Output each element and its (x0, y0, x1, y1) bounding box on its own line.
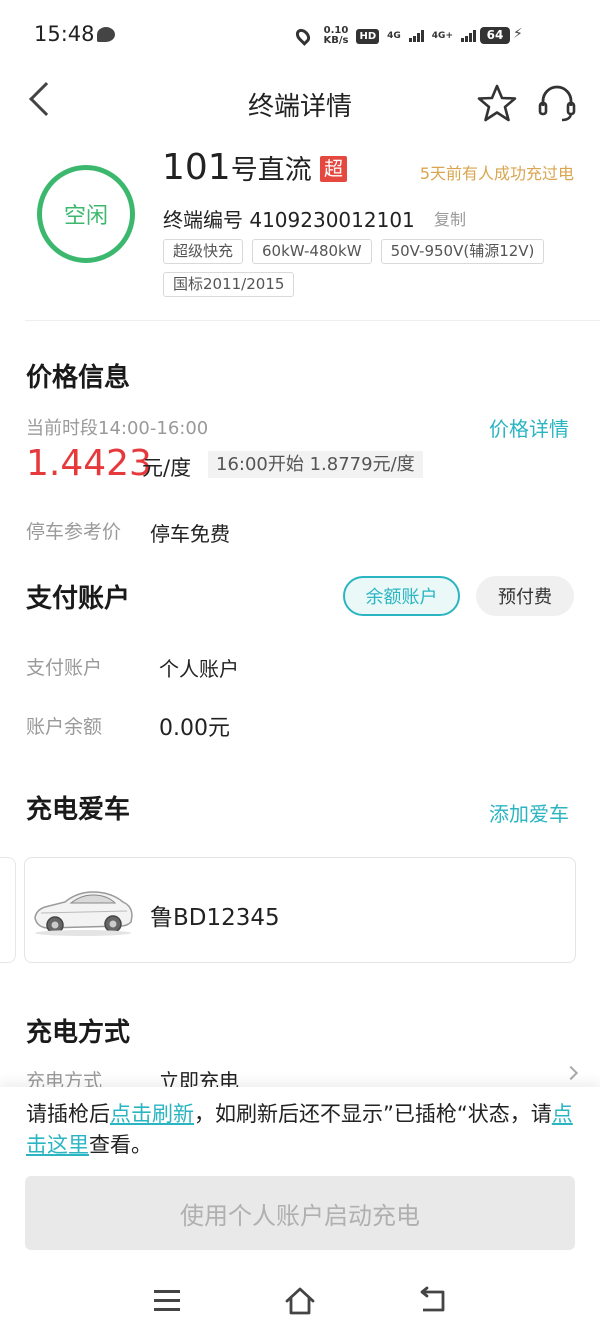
last-charge-note: 5天前有人成功充过电 (419, 164, 574, 183)
idle-status-ring: 空闲 (37, 165, 135, 263)
divider (25, 320, 600, 321)
balance-account-button[interactable]: 余额账户 (343, 576, 460, 616)
app-header: 终端详情 (0, 70, 600, 136)
customer-service-icon[interactable] (536, 82, 578, 124)
start-charging-button[interactable]: 使用个人账户启动充电 (25, 1176, 575, 1250)
prepaid-label: 预付费 (498, 587, 552, 608)
charge-method-label: 充电方式 (26, 1070, 103, 1087)
payment-section-title: 支付账户 (26, 584, 131, 614)
terminal-type: 号直流 (230, 155, 312, 186)
terminal-number: 101 (162, 147, 231, 188)
signal-1-icon (408, 30, 424, 42)
notice-text-3: 查看。 (89, 1133, 152, 1157)
balance-account-label: 余额账户 (365, 587, 438, 608)
signal-1-label: 4G (387, 30, 401, 41)
add-car-link[interactable]: 添加爱车 (489, 798, 569, 827)
bottom-panel: 请插枪后点击刷新，如刷新后还不显示”已插枪“状态，请点击这里查看。 使用个人账户… (0, 1087, 600, 1337)
hd-icon: HD (356, 28, 380, 44)
network-speed-unit: KB/s (323, 35, 349, 46)
super-charge-badge: 超 (320, 156, 347, 182)
system-nav-bar (0, 1270, 600, 1337)
plug-in-notice: 请插枪后点击刷新，如刷新后还不显示”已插枪“状态，请点击这里查看。 (26, 1099, 586, 1161)
current-period: 当前时段14:00-16:00 (26, 418, 209, 439)
charge-method-value: 立即充电 (159, 1069, 239, 1087)
message-icon (97, 27, 115, 42)
terminal-tags: 超级快充 60kW-480kW 50V-950V(辅源12V) 国标2011/2… (163, 239, 583, 297)
parking-label: 停车参考价 (26, 521, 122, 543)
prepaid-button[interactable]: 预付费 (476, 576, 574, 616)
terminal-serial: 终端编号 4109230012101 (163, 208, 415, 232)
favorite-star-icon[interactable] (476, 82, 518, 124)
terminal-name: 101号直流 (162, 147, 312, 188)
chevron-right-icon (563, 1065, 579, 1081)
return-icon[interactable] (418, 1286, 448, 1316)
price-unit: 元/度 (142, 456, 192, 480)
network-speed: 0.10 KB/s (323, 26, 348, 46)
charge-method-row[interactable]: 充电方式 立即充电 (0, 1060, 600, 1087)
car-section-title: 充电爱车 (26, 795, 131, 825)
tag-charge-speed: 超级快充 (163, 239, 244, 264)
price-detail-link[interactable]: 价格详情 (489, 413, 569, 442)
balance-label: 账户余额 (26, 716, 103, 738)
menu-icon[interactable] (154, 1290, 180, 1312)
status-bar: 15:48 0.10 KB/s HD 4G 4G+ 64 ⚡ (0, 0, 600, 70)
car-plate: 鲁BD12345 (150, 905, 280, 931)
tag-standard: 国标2011/2015 (163, 272, 295, 297)
parking-value: 停车免费 (150, 522, 230, 546)
balance-value: 0.00元 (159, 716, 230, 741)
notice-text-1: 请插枪后 (26, 1102, 110, 1126)
status-time: 15:48 (34, 22, 95, 46)
notice-text-2: ，如刷新后还不显示”已插枪“状态，请 (194, 1102, 552, 1126)
car-icon (34, 891, 133, 936)
charging-bolt-icon: ⚡ (513, 26, 523, 42)
price-section-title: 价格信息 (26, 363, 131, 393)
signal-2-label: 4G+ (431, 30, 453, 41)
previous-car-card-edge[interactable] (0, 857, 16, 963)
charge-method-section-title: 充电方式 (26, 1018, 131, 1048)
idle-status-label: 空闲 (63, 204, 108, 229)
current-price: 1.4423 (26, 443, 152, 484)
battery-icon: 64 (480, 27, 510, 44)
account-label: 支付账户 (26, 657, 103, 679)
location-icon (293, 26, 314, 46)
signal-2-icon (461, 30, 476, 42)
start-charging-label: 使用个人账户启动充电 (180, 1201, 420, 1230)
refresh-link[interactable]: 点击刷新 (110, 1102, 194, 1126)
home-icon[interactable] (283, 1284, 317, 1318)
copy-button[interactable]: 复制 (434, 206, 466, 230)
next-period-price: 16:00开始 1.8779元/度 (208, 451, 423, 478)
car-card[interactable]: 鲁BD12345 (24, 857, 576, 963)
tag-voltage-range: 50V-950V(辅源12V) (380, 239, 545, 264)
account-value: 个人账户 (159, 657, 239, 681)
tag-power-range: 60kW-480kW (252, 239, 372, 264)
